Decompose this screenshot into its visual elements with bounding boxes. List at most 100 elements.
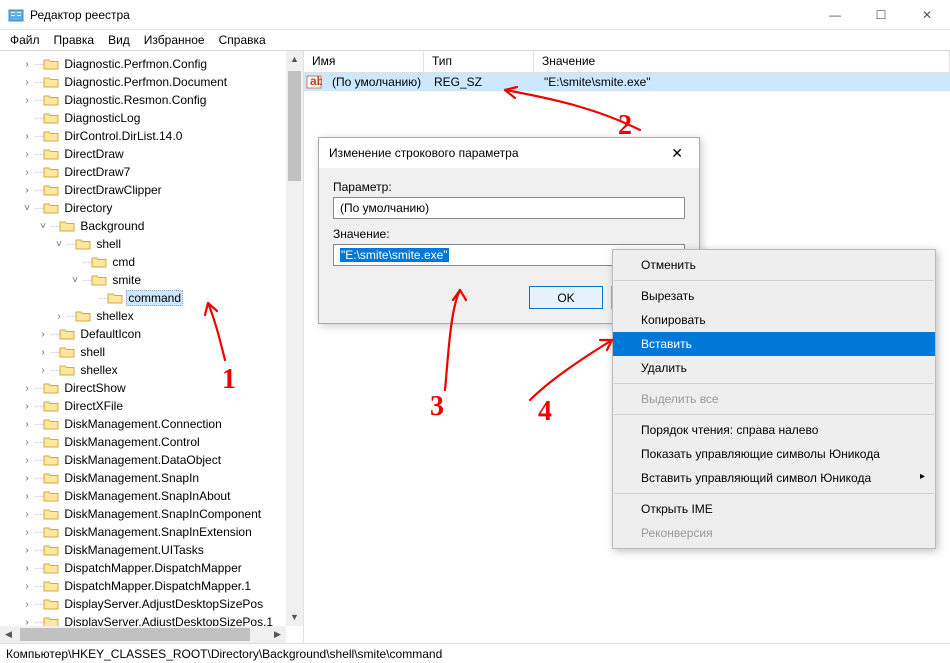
tree-item[interactable]: › ···· DiskManagement.UITasks — [0, 541, 286, 559]
expand-icon[interactable]: › — [36, 365, 50, 376]
folder-icon — [43, 435, 59, 449]
tree-item-label: DirectDraw7 — [62, 165, 132, 179]
tree-item[interactable]: ˅ ···· Directory — [0, 199, 286, 217]
registry-tree[interactable]: › ···· Diagnostic.Perfmon.Config › ···· … — [0, 55, 303, 643]
expand-icon: › — [20, 149, 34, 160]
tree-item[interactable]: › ···· shellex — [0, 307, 286, 325]
tree-item[interactable]: › ···· DiskManagement.SnapIn — [0, 469, 286, 487]
folder-icon — [43, 453, 59, 467]
expand-icon: › — [20, 401, 34, 412]
tree-vscrollbar[interactable]: ▲▼ — [286, 51, 303, 626]
tree-item-label: DiskManagement.UITasks — [62, 543, 205, 557]
value-list-header: Имя Тип Значение — [304, 51, 950, 73]
tree-item[interactable]: › ···· DispatchMapper.DispatchMapper — [0, 559, 286, 577]
tree-item[interactable]: ···· cmd — [0, 253, 286, 271]
menu-file[interactable]: Файл — [10, 33, 40, 47]
tree-item[interactable]: ˅ ···· shell — [0, 235, 286, 253]
tree-item[interactable]: ···· DiagnosticLog — [0, 109, 286, 127]
folder-icon — [43, 525, 59, 539]
value-label: Значение: — [333, 227, 685, 241]
menu-edit[interactable]: Правка — [54, 33, 95, 47]
col-type[interactable]: Тип — [424, 51, 534, 72]
tree-item[interactable]: › ···· DirectDrawClipper — [0, 181, 286, 199]
ctx-undo[interactable]: Отменить — [613, 253, 935, 277]
tree-item-label: DiskManagement.Control — [62, 435, 201, 449]
ctx-paste[interactable]: Вставить — [613, 332, 935, 356]
ctx-showuc[interactable]: Показать управляющие символы Юникода — [613, 442, 935, 466]
tree-item[interactable]: ˅ ···· Background — [0, 217, 286, 235]
collapse-icon[interactable]: ˅ — [52, 239, 66, 250]
menu-view[interactable]: Вид — [108, 33, 130, 47]
tree-item[interactable]: › ···· DirControl.DirList.14.0 — [0, 127, 286, 145]
expand-icon: › — [20, 545, 34, 556]
ok-button[interactable]: OK — [529, 286, 603, 309]
value-row[interactable]: ab (По умолчанию) REG_SZ "E:\smite\smite… — [304, 73, 950, 91]
ctx-ime[interactable]: Открыть IME — [613, 497, 935, 521]
ctx-rtl[interactable]: Порядок чтения: справа налево — [613, 418, 935, 442]
maximize-button[interactable]: ☐ — [858, 0, 904, 30]
tree-item[interactable]: › ···· Diagnostic.Resmon.Config — [0, 91, 286, 109]
tree-item[interactable]: › ···· DiskManagement.SnapInComponent — [0, 505, 286, 523]
expand-icon: › — [20, 491, 34, 502]
folder-icon — [43, 561, 59, 575]
separator — [614, 493, 934, 494]
tree-item[interactable]: › ···· DisplayServer.AdjustDesktopSizePo… — [0, 595, 286, 613]
tree-item[interactable]: › ···· DirectDraw — [0, 145, 286, 163]
menu-help[interactable]: Справка — [219, 33, 266, 47]
tree-item[interactable]: › ···· DirectXFile — [0, 397, 286, 415]
tree-item[interactable]: › ···· DiskManagement.Control — [0, 433, 286, 451]
tree-item[interactable]: › ···· shellex — [0, 361, 286, 379]
ctx-delete[interactable]: Удалить — [613, 356, 935, 380]
dialog-close-button[interactable]: ✕ — [665, 143, 689, 164]
expand-icon[interactable]: › — [36, 329, 50, 340]
tree-item[interactable]: › ···· DiskManagement.SnapInAbout — [0, 487, 286, 505]
param-label: Параметр: — [333, 180, 685, 194]
tree-item[interactable]: › ···· DirectShow — [0, 379, 286, 397]
folder-icon — [43, 201, 59, 215]
tree-item[interactable]: › ···· DirectDraw7 — [0, 163, 286, 181]
tree-item-label: DiskManagement.SnapInAbout — [62, 489, 232, 503]
tree-item[interactable]: ···· command — [0, 289, 286, 307]
param-field: (По умолчанию) — [333, 197, 685, 219]
collapse-icon[interactable]: ˅ — [36, 221, 50, 232]
menu-favorites[interactable]: Избранное — [144, 33, 205, 47]
tree-item-label: Background — [78, 219, 146, 233]
minimize-button[interactable]: — — [812, 0, 858, 30]
col-value[interactable]: Значение — [534, 51, 950, 72]
folder-icon — [43, 489, 59, 503]
tree-item[interactable]: › ···· Diagnostic.Perfmon.Document — [0, 73, 286, 91]
folder-icon — [75, 309, 91, 323]
folder-icon — [107, 291, 123, 305]
expand-icon[interactable]: › — [36, 347, 50, 358]
folder-icon — [59, 345, 75, 359]
tree-item[interactable]: › ···· Diagnostic.Perfmon.Config — [0, 55, 286, 73]
collapse-icon[interactable]: ˅ — [68, 275, 82, 286]
expand-icon: › — [20, 581, 34, 592]
tree-item-label: Directory — [62, 201, 114, 215]
ctx-cut[interactable]: Вырезать — [613, 284, 935, 308]
folder-icon — [43, 129, 59, 143]
collapse-icon[interactable]: ˅ — [20, 203, 34, 214]
expand-icon: › — [20, 473, 34, 484]
ctx-copy[interactable]: Копировать — [613, 308, 935, 332]
svg-text:ab: ab — [310, 74, 322, 88]
tree-item[interactable]: › ···· DiskManagement.DataObject — [0, 451, 286, 469]
tree-item[interactable]: › ···· DiskManagement.SnapInExtension — [0, 523, 286, 541]
tree-item-label: shellex — [78, 363, 119, 377]
folder-icon — [43, 471, 59, 485]
string-value-icon: ab — [306, 74, 322, 90]
tree-item[interactable]: › ···· DiskManagement.Connection — [0, 415, 286, 433]
tree-item[interactable]: › ···· DefaultIcon — [0, 325, 286, 343]
close-button[interactable]: ✕ — [904, 0, 950, 30]
tree-item[interactable]: › ···· DispatchMapper.DispatchMapper.1 — [0, 577, 286, 595]
expand-icon[interactable]: › — [52, 311, 66, 322]
expand-icon: › — [20, 563, 34, 574]
tree-item[interactable]: ˅ ···· smite — [0, 271, 286, 289]
tree-hscrollbar[interactable]: ◀▶ — [0, 626, 286, 643]
regedit-icon — [8, 7, 24, 23]
col-name[interactable]: Имя — [304, 51, 424, 72]
expand-icon: › — [20, 527, 34, 538]
context-menu[interactable]: Отменить ВырезатьКопироватьВставитьУдалит… — [612, 249, 936, 549]
tree-item[interactable]: › ···· shell — [0, 343, 286, 361]
ctx-insuc[interactable]: Вставить управляющий символ Юникода — [613, 466, 935, 490]
